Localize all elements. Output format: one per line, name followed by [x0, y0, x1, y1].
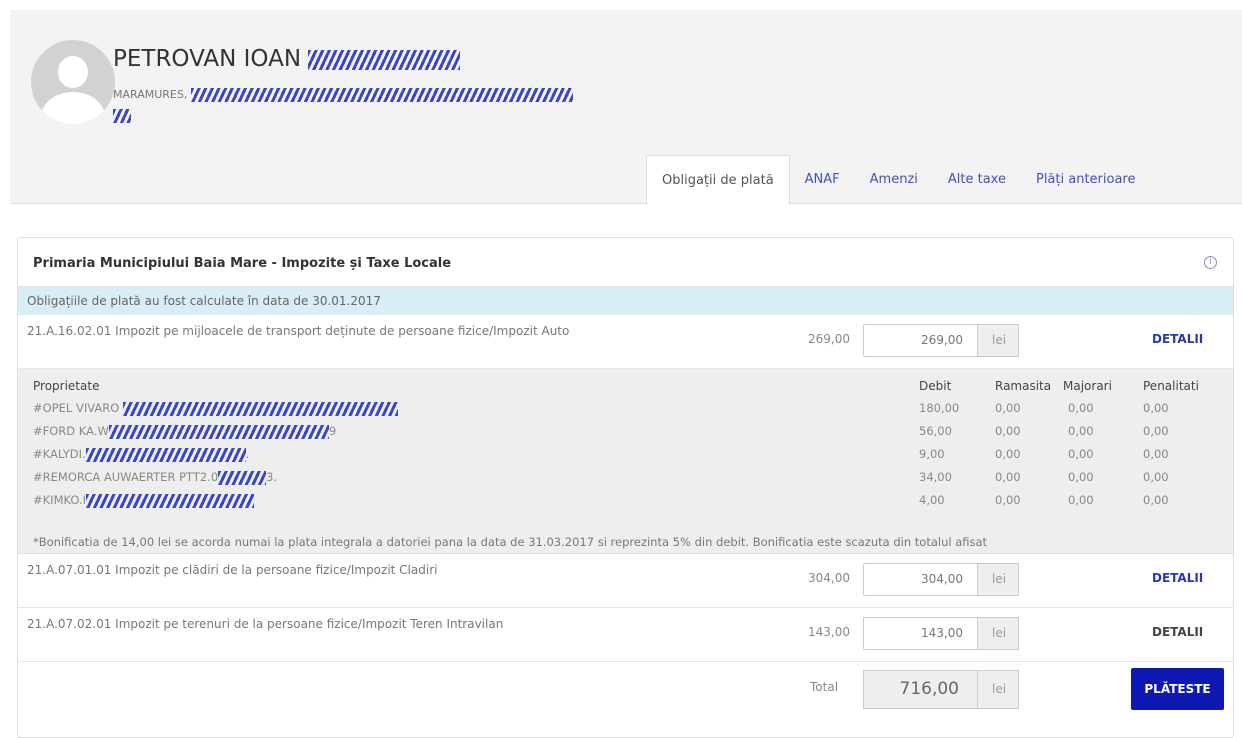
redacted-text — [308, 49, 461, 70]
redacted-text — [86, 493, 255, 508]
redacted-text — [113, 108, 131, 123]
penalties-value: 0,00 — [1143, 424, 1169, 438]
pay-button[interactable]: PLĂTESTE — [1131, 668, 1224, 710]
redacted-text — [85, 447, 246, 462]
total-label: Total — [810, 680, 839, 694]
penalties-value: 0,00 — [1143, 447, 1169, 461]
obligation-label: 21.A.07.02.01 Impozit pe terenuri de la … — [27, 617, 504, 631]
redacted-text — [122, 401, 398, 416]
profile-header: PETROVAN IOAN MARAMURES, Obligații de pl… — [10, 10, 1242, 205]
obligation-amount: 143,00 — [808, 625, 850, 639]
property-details: Proprietate Debit Ramasita Majorari Pena… — [18, 369, 1233, 554]
surcharges-value: 0,00 — [1068, 424, 1094, 438]
user-address: MARAMURES, — [113, 88, 573, 102]
debit-value: 180,00 — [919, 401, 960, 415]
property-name: #KIMKO.I — [33, 493, 255, 508]
remaining-value: 0,00 — [995, 470, 1021, 484]
obligation-label: 21.A.16.02.01 Impozit pe mijloacele de t… — [27, 324, 570, 338]
property-name: #OPEL VIVARO — [33, 401, 398, 416]
currency-unit: lei — [977, 324, 1019, 357]
panel-title: Primaria Municipiului Baia Mare - Impozi… — [18, 238, 1233, 287]
surcharges-value: 0,00 — [1068, 470, 1094, 484]
obligation-label: 21.A.07.01.01 Impozit pe clădiri de la p… — [27, 563, 438, 577]
tab-obligatii[interactable]: Obligații de plată — [646, 155, 790, 205]
obligation-row-teren: 21.A.07.02.01 Impozit pe terenuri de la … — [18, 608, 1233, 662]
property-name: #KALYDI.. — [33, 447, 250, 462]
obligation-row-auto: 21.A.16.02.01 Impozit pe mijloacele de t… — [18, 315, 1233, 369]
surcharges-value: 0,00 — [1068, 447, 1094, 461]
redacted-text — [218, 470, 267, 485]
obligation-amount: 269,00 — [808, 332, 850, 346]
redacted-text — [190, 88, 573, 102]
currency-unit: lei — [977, 617, 1019, 650]
currency-unit: lei — [977, 563, 1019, 596]
obligation-row-cladiri: 21.A.07.01.01 Impozit pe clădiri de la p… — [18, 554, 1233, 608]
header-debit: Debit — [919, 379, 952, 393]
calc-notice: Obligațiile de plată au fost calculate î… — [18, 287, 1233, 315]
property-name: #REMORCA AUWAERTER PTT2.0 3. — [33, 470, 278, 485]
details-link[interactable]: DETALII — [1152, 571, 1203, 585]
property-name: #FORD KA.W 9 — [33, 424, 337, 439]
payment-amount-input[interactable]: 304,00 — [863, 563, 978, 596]
obligations-panel: Primaria Municipiului Baia Mare - Impozi… — [17, 237, 1234, 738]
total-value: 716,00 — [863, 670, 978, 709]
header-surcharges: Majorari — [1063, 379, 1112, 393]
user-name: PETROVAN IOAN — [113, 46, 461, 72]
currency-unit: lei — [977, 670, 1019, 709]
surcharges-value: 0,00 — [1068, 401, 1094, 415]
details-link[interactable]: DETALII — [1152, 625, 1203, 639]
details-link[interactable]: DETALII — [1152, 332, 1203, 346]
user-address-line2 — [113, 108, 131, 123]
header-remaining: Ramasita — [995, 379, 1052, 393]
debit-value: 9,00 — [919, 447, 945, 461]
tab-anaf[interactable]: ANAF — [790, 155, 855, 204]
debit-value: 56,00 — [919, 424, 952, 438]
penalties-value: 0,00 — [1143, 493, 1169, 507]
remaining-value: 0,00 — [995, 424, 1021, 438]
header-property: Proprietate — [33, 379, 100, 393]
header-penalties: Penalitati — [1143, 379, 1199, 393]
tab-bar: Obligații de plată ANAF Amenzi Alte taxe… — [646, 155, 1151, 205]
penalties-value: 0,00 — [1143, 401, 1169, 415]
tab-alte-taxe[interactable]: Alte taxe — [933, 155, 1021, 204]
total-row: Total 716,00 lei PLĂTESTE — [18, 662, 1233, 717]
remaining-value: 0,00 — [995, 493, 1021, 507]
payment-amount-input[interactable]: 269,00 — [863, 324, 978, 357]
obligation-amount: 304,00 — [808, 571, 850, 585]
remaining-value: 0,00 — [995, 401, 1021, 415]
redacted-text — [108, 424, 329, 439]
tab-plati-anterioare[interactable]: Plăți anterioare — [1021, 155, 1151, 204]
tab-amenzi[interactable]: Amenzi — [855, 155, 933, 204]
avatar — [31, 40, 115, 124]
info-icon[interactable]: i — [1204, 256, 1217, 269]
bonus-note: *Bonificatia de 14,00 lei se acorda numa… — [33, 535, 988, 549]
remaining-value: 0,00 — [995, 447, 1021, 461]
debit-value: 34,00 — [919, 470, 952, 484]
surcharges-value: 0,00 — [1068, 493, 1094, 507]
payment-amount-input[interactable]: 143,00 — [863, 617, 978, 650]
debit-value: 4,00 — [919, 493, 945, 507]
penalties-value: 0,00 — [1143, 470, 1169, 484]
